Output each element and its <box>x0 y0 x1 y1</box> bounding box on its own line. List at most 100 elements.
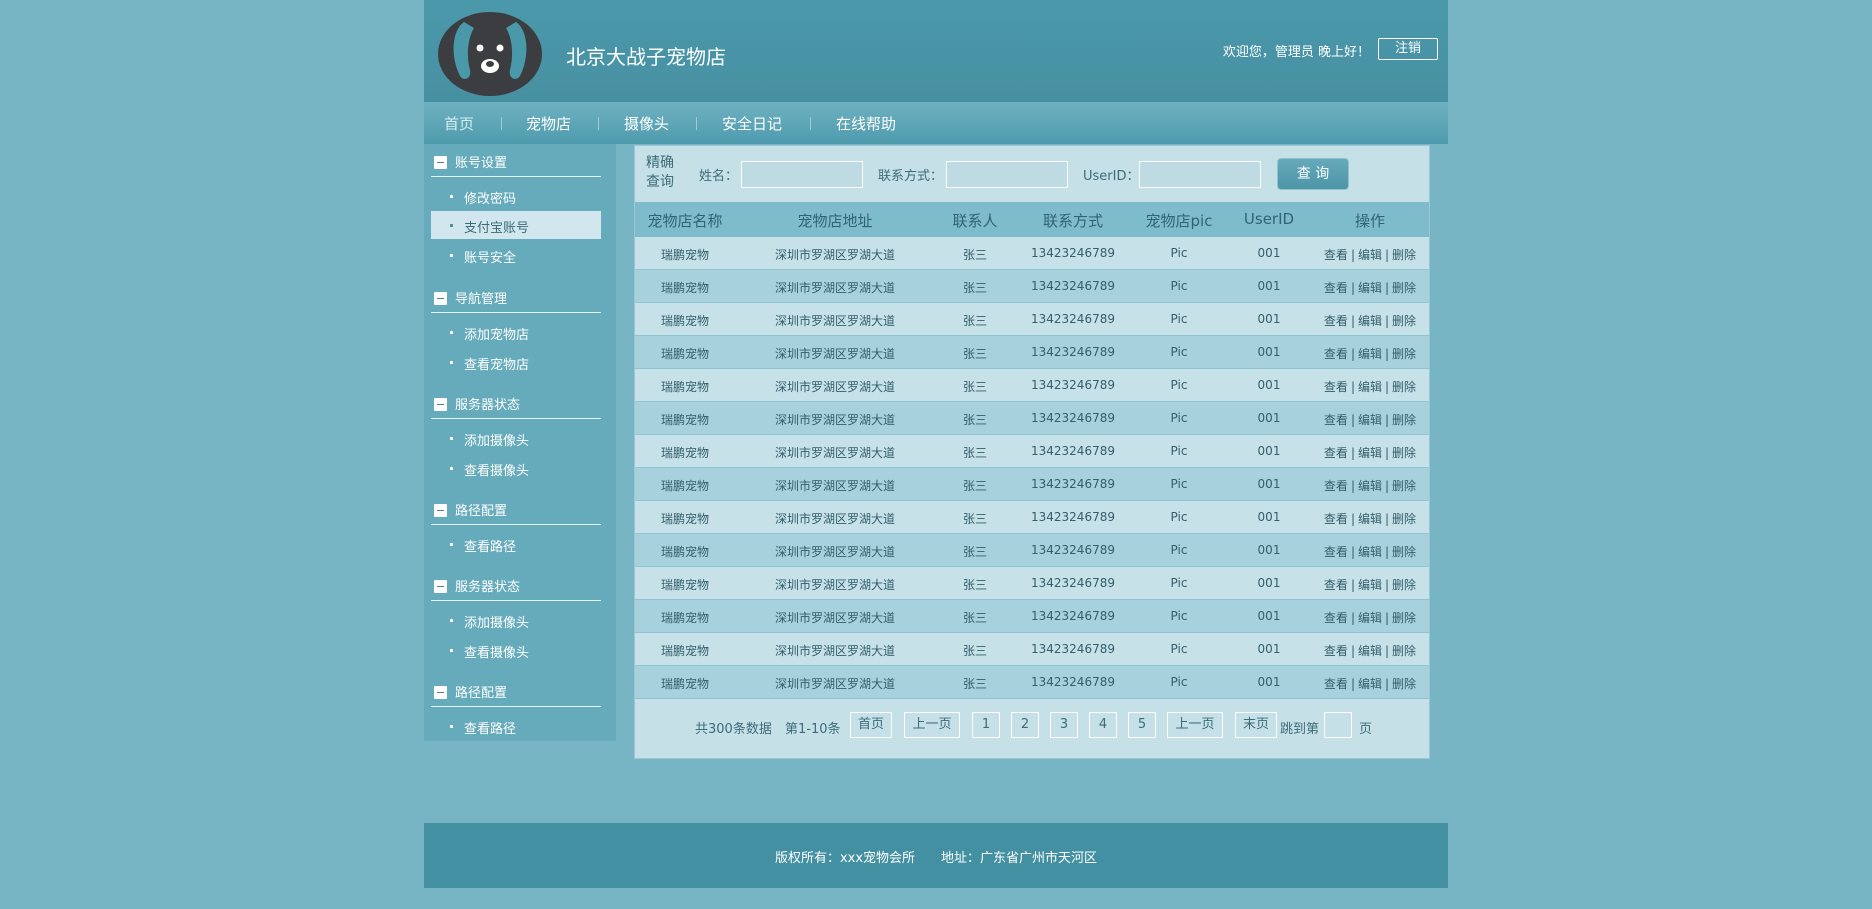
prev-page-button[interactable]: 上一页 <box>904 712 960 738</box>
page-1-button[interactable]: 1 <box>972 712 1000 738</box>
action-separator: | <box>1350 512 1355 526</box>
edit-link[interactable]: 编辑 <box>1358 413 1382 427</box>
delete-link[interactable]: 删除 <box>1392 479 1416 493</box>
sidebar-group-path-config[interactable]: 路径配置 <box>431 496 601 525</box>
sidebar-group-server-status[interactable]: 服务器状态 <box>431 572 601 601</box>
edit-link[interactable]: 编辑 <box>1358 611 1382 625</box>
delete-link[interactable]: 删除 <box>1392 314 1416 328</box>
view-link[interactable]: 查看 <box>1324 446 1348 460</box>
delete-link[interactable]: 删除 <box>1392 545 1416 559</box>
jump-page-input[interactable] <box>1324 712 1352 738</box>
sidebar-item-account-security[interactable]: 账号安全 <box>431 241 601 269</box>
view-link[interactable]: 查看 <box>1324 545 1348 559</box>
view-link[interactable]: 查看 <box>1324 512 1348 526</box>
sidebar-group-path-config[interactable]: 路径配置 <box>431 678 601 707</box>
view-link[interactable]: 查看 <box>1324 644 1348 658</box>
logout-button[interactable]: 注销 <box>1378 38 1438 60</box>
sidebar-item-change-password[interactable]: 修改密码 <box>431 182 601 210</box>
delete-link[interactable]: 删除 <box>1392 380 1416 394</box>
page-4-button[interactable]: 4 <box>1089 712 1117 738</box>
sidebar-item-view-path[interactable]: 查看路径 <box>431 712 601 740</box>
edit-link[interactable]: 编辑 <box>1358 578 1382 592</box>
row-actions: 查看 | 编辑 | 删除 <box>1311 444 1429 461</box>
sidebar-group-account[interactable]: 账号设置 <box>431 148 601 177</box>
view-link[interactable]: 查看 <box>1324 479 1348 493</box>
nav-item-camera[interactable]: 摄像头 <box>624 113 669 134</box>
edit-link[interactable]: 编辑 <box>1358 380 1382 394</box>
delete-link[interactable]: 删除 <box>1392 446 1416 460</box>
nav-item-security-log[interactable]: 安全日记 <box>722 113 782 134</box>
minus-box-icon[interactable] <box>434 504 447 517</box>
sidebar-item-alipay-account[interactable]: 支付宝账号 <box>431 211 601 239</box>
row-actions: 查看 | 编辑 | 删除 <box>1311 477 1429 494</box>
jump-suffix: 页 <box>1359 722 1373 737</box>
nav-item-home[interactable]: 首页 <box>444 113 474 134</box>
view-link[interactable]: 查看 <box>1324 248 1348 262</box>
delete-link[interactable]: 删除 <box>1392 644 1416 658</box>
search-bar: 精确查询 姓名： 联系方式： UserID： 查 询 <box>635 146 1429 202</box>
delete-link[interactable]: 删除 <box>1392 281 1416 295</box>
table-cell: 张三 <box>962 446 987 460</box>
first-page-button[interactable]: 首页 <box>850 712 892 738</box>
delete-link[interactable]: 删除 <box>1392 347 1416 361</box>
sidebar-group-server-status[interactable]: 服务器状态 <box>431 390 601 419</box>
sidebar-item-view-path[interactable]: 查看路径 <box>431 530 601 558</box>
page-2-button[interactable]: 2 <box>1011 712 1039 738</box>
minus-box-icon[interactable] <box>434 580 447 593</box>
minus-box-icon[interactable] <box>434 686 447 699</box>
edit-link[interactable]: 编辑 <box>1358 281 1382 295</box>
page-5-button[interactable]: 5 <box>1128 712 1156 738</box>
edit-link[interactable]: 编辑 <box>1358 545 1382 559</box>
delete-link[interactable]: 删除 <box>1392 611 1416 625</box>
view-link[interactable]: 查看 <box>1324 281 1348 295</box>
minus-box-icon[interactable] <box>434 398 447 411</box>
nav-item-pet-store[interactable]: 宠物店 <box>526 113 571 134</box>
page-3-button[interactable]: 3 <box>1050 712 1078 738</box>
table-cell: Pic <box>1170 642 1188 656</box>
sidebar-item-view-pet-store[interactable]: 查看宠物店 <box>431 348 601 376</box>
edit-link[interactable]: 编辑 <box>1358 446 1382 460</box>
view-link[interactable]: 查看 <box>1324 380 1348 394</box>
name-label: 姓名： <box>699 169 739 184</box>
minus-box-icon[interactable] <box>434 156 447 169</box>
userid-input[interactable] <box>1139 161 1261 188</box>
view-link[interactable]: 查看 <box>1324 347 1348 361</box>
sidebar-group-nav-management[interactable]: 导航管理 <box>431 284 601 313</box>
contact-label: 联系方式： <box>878 169 944 184</box>
next-page-button[interactable]: 上一页 <box>1167 712 1223 738</box>
contact-input[interactable] <box>946 161 1068 188</box>
table-cell: 瑞鹏宠物 <box>660 347 709 361</box>
delete-link[interactable]: 删除 <box>1392 677 1416 691</box>
table-cell: 深圳市罗湖区罗湖大道 <box>774 413 895 427</box>
sidebar-item-view-camera[interactable]: 查看摄像头 <box>431 454 601 482</box>
edit-link[interactable]: 编辑 <box>1358 644 1382 658</box>
sidebar-item-add-pet-store[interactable]: 添加宠物店 <box>431 318 601 346</box>
edit-link[interactable]: 编辑 <box>1358 314 1382 328</box>
sidebar-item-view-camera[interactable]: 查看摄像头 <box>431 636 601 664</box>
table-row: 瑞鹏宠物 深圳市罗湖区罗湖大道 张三 13423246789 Pic 001 查看 | 编辑 | 删… <box>635 369 1429 402</box>
view-link[interactable]: 查看 <box>1324 677 1348 691</box>
delete-link[interactable]: 删除 <box>1392 578 1416 592</box>
query-button[interactable]: 查 询 <box>1278 159 1348 189</box>
delete-link[interactable]: 删除 <box>1392 512 1416 526</box>
name-input[interactable] <box>741 161 863 188</box>
last-page-button[interactable]: 末页 <box>1235 712 1277 738</box>
sidebar-item-add-camera[interactable]: 添加摄像头 <box>431 424 601 452</box>
view-link[interactable]: 查看 <box>1324 611 1348 625</box>
minus-box-icon[interactable] <box>434 292 447 305</box>
delete-link[interactable]: 删除 <box>1392 248 1416 262</box>
sidebar-item-add-camera[interactable]: 添加摄像头 <box>431 606 601 634</box>
delete-link[interactable]: 删除 <box>1392 413 1416 427</box>
edit-link[interactable]: 编辑 <box>1358 248 1382 262</box>
row-actions: 查看 | 编辑 | 删除 <box>1311 675 1429 692</box>
view-link[interactable]: 查看 <box>1324 413 1348 427</box>
view-link[interactable]: 查看 <box>1324 578 1348 592</box>
edit-link[interactable]: 编辑 <box>1358 479 1382 493</box>
nav-item-online-help[interactable]: 在线帮助 <box>836 113 896 134</box>
edit-link[interactable]: 编辑 <box>1358 512 1382 526</box>
edit-link[interactable]: 编辑 <box>1358 347 1382 361</box>
edit-link[interactable]: 编辑 <box>1358 677 1382 691</box>
view-link[interactable]: 查看 <box>1324 314 1348 328</box>
footer-text: 版权所有：xxx宠物会所 地址：广东省广州市天河区 <box>774 851 1098 866</box>
row-actions: 查看 | 编辑 | 删除 <box>1311 246 1429 263</box>
